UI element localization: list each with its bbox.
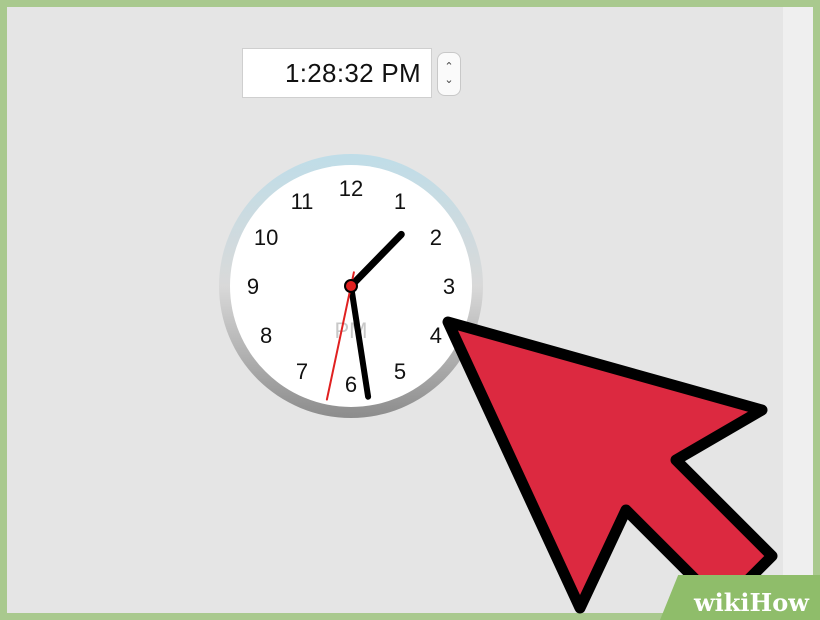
watermark-logo: wikiHow — [694, 588, 809, 617]
watermark-how: How — [749, 588, 809, 617]
watermark-wiki: wiki — [694, 588, 750, 617]
pointer-overlay — [442, 316, 778, 614]
arrow-cursor-icon — [442, 316, 778, 614]
